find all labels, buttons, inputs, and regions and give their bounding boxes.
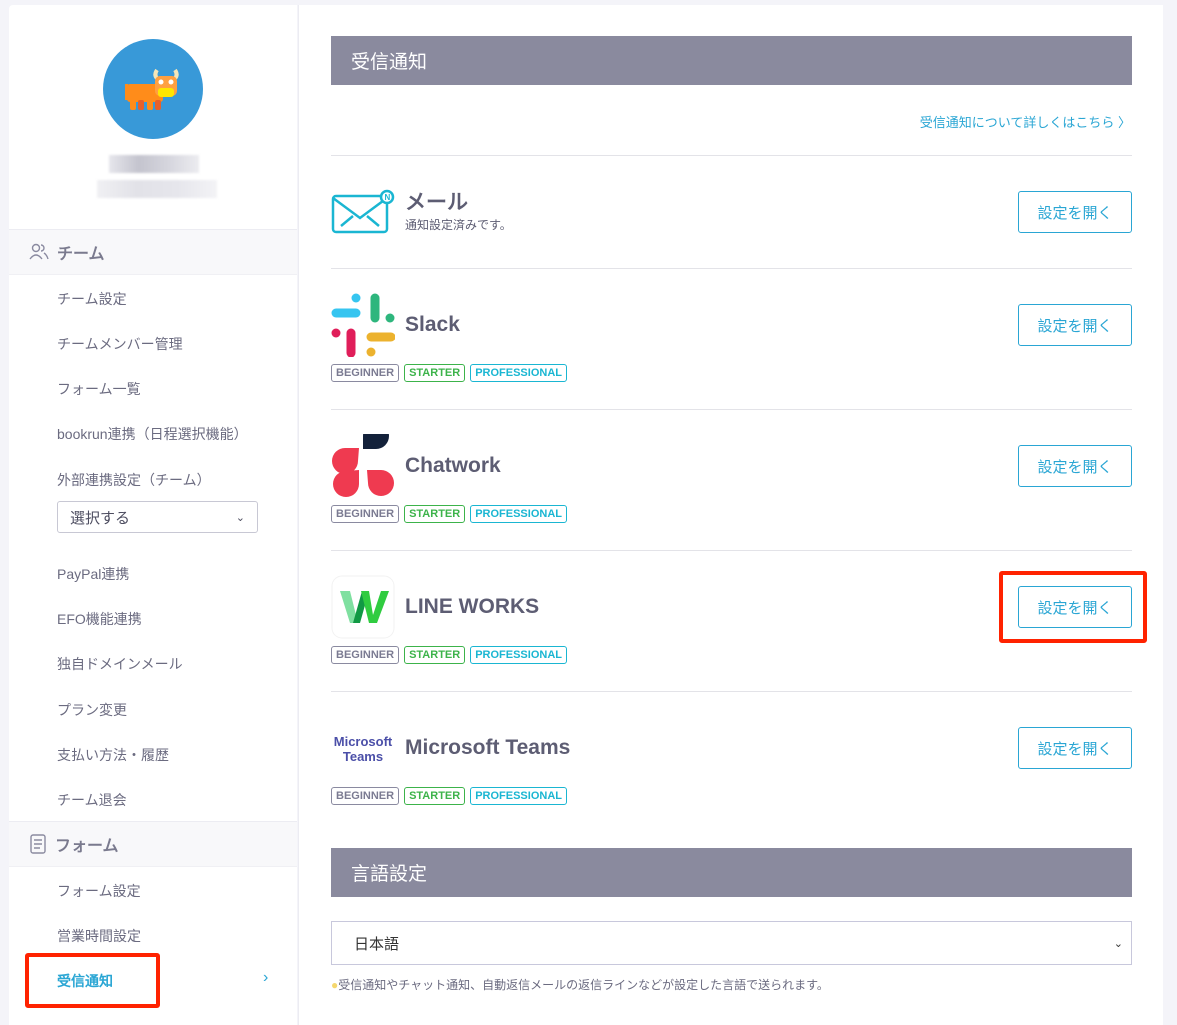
- plan-badges: BEGINNER STARTER PROFESSIONAL: [331, 646, 567, 664]
- list-item-teams: Microsoft Teams Microsoft Teams 設定を開く BEG…: [331, 691, 1132, 832]
- service-name: Microsoft Teams: [405, 736, 571, 759]
- sidebar-item-form-settings[interactable]: フォーム設定: [57, 881, 141, 901]
- svg-text:N: N: [385, 193, 391, 202]
- avatar: [103, 39, 203, 139]
- badge-beginner: BEGINNER: [331, 364, 400, 382]
- sidebar-item-payment[interactable]: 支払い方法・履歴: [57, 745, 169, 765]
- select-value: 選択する: [70, 509, 131, 527]
- service-name: Slack: [405, 313, 460, 336]
- plan-badges: BEGINNER STARTER PROFESSIONAL: [331, 787, 567, 805]
- section-form: フォーム: [9, 821, 297, 867]
- language-value: 日本語: [354, 935, 400, 953]
- sidebar: チーム チーム設定 チームメンバー管理 フォーム一覧 bookrun連携（日程選…: [9, 5, 297, 1025]
- sidebar-item-paypal[interactable]: PayPal連携: [57, 564, 129, 584]
- service-status: 通知設定済みです。: [405, 218, 512, 232]
- lineworks-logo-icon: [331, 575, 395, 639]
- sidebar-item-form-list[interactable]: フォーム一覧: [57, 379, 141, 399]
- blurred-email: [97, 180, 217, 198]
- document-icon: [30, 834, 46, 854]
- sidebar-item-external: 外部連携設定（チーム）: [57, 472, 211, 488]
- bull-avatar-icon: [125, 68, 179, 110]
- open-settings-button-mail[interactable]: 設定を開く: [1018, 191, 1132, 233]
- page-title: 受信通知: [331, 36, 1132, 85]
- badge-beginner: BEGINNER: [331, 505, 400, 523]
- sidebar-item-team-members[interactable]: チームメンバー管理: [57, 334, 183, 354]
- sidebar-item-business-hours[interactable]: 営業時間設定: [57, 926, 141, 946]
- language-note: ●受信通知やチャット通知、自動返信メールの返信ラインなどが設定した言語で送られま…: [331, 976, 829, 993]
- section-title: フォーム: [55, 838, 119, 855]
- badge-starter: STARTER: [404, 787, 466, 805]
- sidebar-item-plan[interactable]: プラン変更: [57, 700, 127, 720]
- external-select[interactable]: 選択する ⌄: [57, 501, 258, 533]
- chevron-down-icon: ⌄: [235, 511, 245, 524]
- badge-professional: PROFESSIONAL: [470, 505, 567, 523]
- language-select[interactable]: 日本語 ⌄: [331, 921, 1132, 965]
- plan-badges: BEGINNER STARTER PROFESSIONAL: [331, 505, 567, 523]
- section-title: チーム: [57, 246, 105, 263]
- service-name: LINE WORKS: [405, 595, 540, 618]
- highlight-box: [25, 953, 160, 1008]
- badge-starter: STARTER: [404, 646, 466, 664]
- teams-logo-line: Microsoft: [333, 734, 393, 749]
- badge-professional: PROFESSIONAL: [470, 364, 567, 382]
- highlight-box: [999, 571, 1147, 643]
- sidebar-item-domain-mail[interactable]: 独自ドメインメール: [57, 654, 183, 674]
- service-name: Chatwork: [405, 454, 501, 477]
- main-panel: 受信通知 受信通知について詳しくはこちら 〉 N メール 通知設定済みです。 設…: [298, 5, 1163, 1025]
- users-icon: [29, 243, 49, 260]
- sidebar-item-bookrun[interactable]: bookrun連携（日程選択機能）: [57, 424, 248, 444]
- badge-beginner: BEGINNER: [331, 646, 400, 664]
- badge-professional: PROFESSIONAL: [470, 646, 567, 664]
- help-link-text: 受信通知について詳しくはこちら: [919, 115, 1115, 130]
- list-item-slack: Slack 設定を開く BEGINNER STARTER PROFESSIONAL: [331, 268, 1132, 409]
- chatwork-logo-icon: [332, 434, 394, 497]
- service-name: メール: [405, 191, 468, 214]
- open-settings-button-slack[interactable]: 設定を開く: [1018, 304, 1132, 346]
- help-link[interactable]: 受信通知について詳しくはこちら 〉: [920, 112, 1131, 131]
- list-item-chatwork: Chatwork 設定を開く BEGINNER STARTER PROFESSION…: [331, 409, 1132, 550]
- list-item-mail: N メール 通知設定済みです。 設定を開く: [331, 155, 1132, 268]
- badge-starter: STARTER: [404, 364, 466, 382]
- language-note-text: 受信通知やチャット通知、自動返信メールの返信ラインなどが設定した言語で送られます…: [338, 978, 829, 992]
- teams-logo-line: Teams: [342, 749, 384, 764]
- sidebar-item-efo[interactable]: EFO機能連携: [57, 609, 142, 629]
- chevron-right-icon: ›: [263, 969, 269, 986]
- chevron-right-icon: 〉: [1117, 115, 1131, 130]
- sidebar-item-team-settings[interactable]: チーム設定: [57, 289, 127, 309]
- open-settings-button-teams[interactable]: 設定を開く: [1018, 727, 1132, 769]
- sidebar-item-leave[interactable]: チーム退会: [57, 790, 127, 810]
- section-team: チーム: [9, 229, 297, 275]
- badge-professional: PROFESSIONAL: [470, 787, 567, 805]
- badge-beginner: BEGINNER: [331, 787, 400, 805]
- blurred-username: [109, 155, 199, 173]
- chevron-down-icon: ⌄: [1113, 937, 1123, 950]
- mail-icon: N: [331, 189, 395, 234]
- language-section-title: 言語設定: [331, 848, 1132, 897]
- teams-logo: Microsoft Teams: [331, 734, 395, 764]
- slack-logo-icon: [331, 293, 395, 357]
- plan-badges: BEGINNER STARTER PROFESSIONAL: [331, 364, 567, 382]
- open-settings-button-chatwork[interactable]: 設定を開く: [1018, 445, 1132, 487]
- badge-starter: STARTER: [404, 505, 466, 523]
